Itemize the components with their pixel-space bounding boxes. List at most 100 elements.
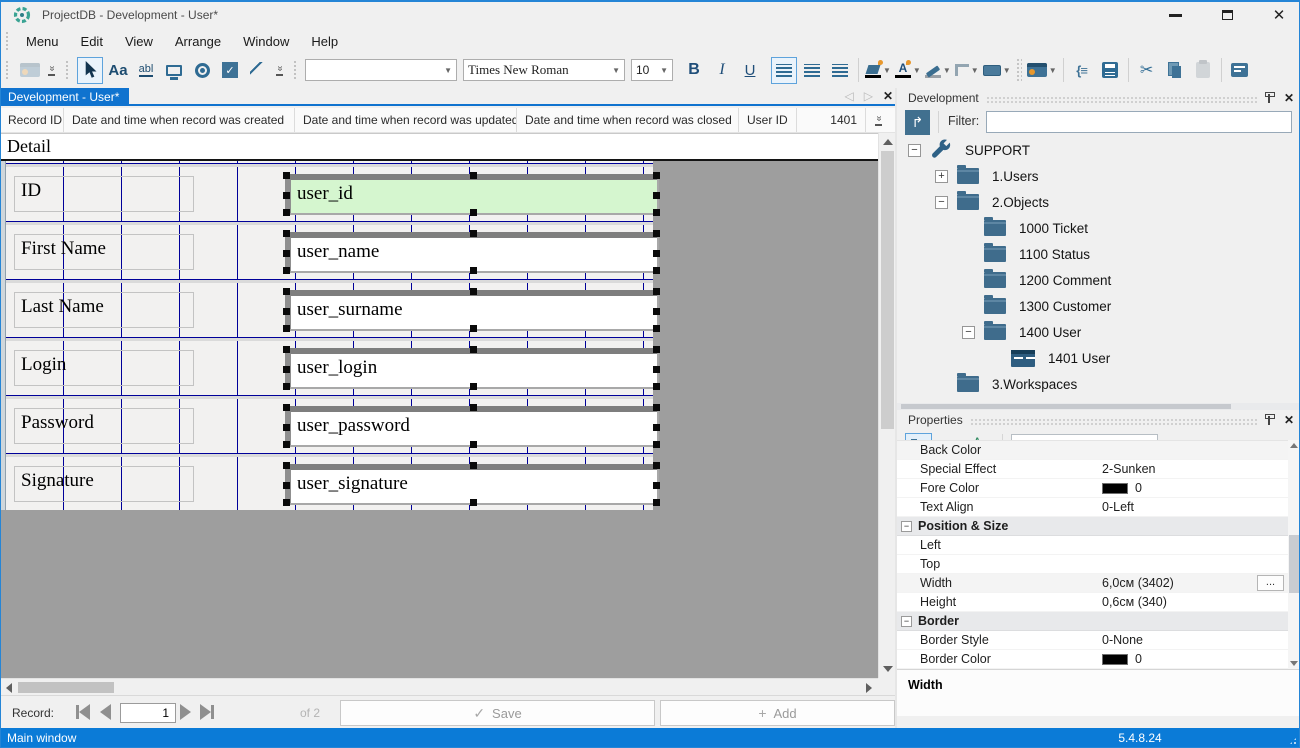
tree-expander-icon[interactable]: −	[935, 196, 948, 209]
tools-overflow-button[interactable]: «	[273, 57, 286, 83]
selection-handle[interactable]	[283, 346, 290, 353]
editor-vertical-scrollbar[interactable]	[878, 133, 895, 678]
field-label-box[interactable]: First Name	[14, 234, 194, 270]
first-record-button[interactable]	[76, 704, 90, 720]
property-value[interactable]: 0	[1102, 479, 1142, 498]
record-column-header[interactable]: Date and time when record was updated	[295, 108, 517, 132]
textbox-tool-button[interactable]: abl	[133, 57, 159, 84]
line-tool-button[interactable]	[245, 57, 271, 84]
selection-handle[interactable]	[470, 499, 477, 506]
selection-handle[interactable]	[470, 441, 477, 448]
selection-handle[interactable]	[283, 230, 290, 237]
previous-record-button[interactable]	[100, 704, 111, 720]
checkbox-tool-button[interactable]: ✓	[217, 57, 243, 84]
copy-button[interactable]	[1162, 57, 1188, 84]
form-design-surface[interactable]: IDuser_idFirst Nameuser_nameLast Nameuse…	[6, 161, 653, 510]
next-record-button[interactable]	[180, 704, 191, 720]
selection-handle[interactable]	[653, 383, 660, 390]
font-family-combo[interactable]: Times New Roman▼	[463, 59, 625, 81]
scroll-up-icon[interactable]	[1290, 443, 1298, 448]
property-row[interactable]: Special Effect2-Sunken	[897, 460, 1288, 479]
field-label-box[interactable]: Last Name	[14, 292, 194, 328]
property-row[interactable]: Top	[897, 555, 1288, 574]
toolbar-grip2[interactable]	[65, 60, 70, 80]
selection-handle[interactable]	[653, 424, 660, 431]
selection-handle[interactable]	[653, 308, 660, 315]
propgrid-scroll-thumb[interactable]	[1289, 535, 1299, 593]
italic-button[interactable]: I	[709, 57, 735, 84]
property-category-row[interactable]: −Border	[897, 612, 1288, 631]
property-row[interactable]: Left	[897, 536, 1288, 555]
selection-handle[interactable]	[283, 250, 290, 257]
property-row[interactable]: Width6,0см (3402)...	[897, 574, 1288, 593]
report-image-button[interactable]	[17, 57, 43, 84]
property-row[interactable]: Border Style0-None	[897, 631, 1288, 650]
filter-input[interactable]	[986, 111, 1292, 133]
fill-color-button[interactable]: ▼	[864, 57, 892, 84]
field-textbox[interactable]: user_surname	[285, 290, 659, 331]
field-textbox[interactable]: user_login	[285, 348, 659, 389]
selection-handle[interactable]	[653, 250, 660, 257]
open-object-button[interactable]: ↱	[905, 110, 930, 135]
tree-item[interactable]: 1100 Status	[897, 241, 1300, 267]
property-value[interactable]: 0	[1102, 650, 1142, 669]
selection-handle[interactable]	[283, 172, 290, 179]
selection-handle[interactable]	[653, 499, 660, 506]
add-record-button[interactable]: +Add	[660, 700, 895, 726]
selection-handle[interactable]	[653, 325, 660, 332]
menu-item-view[interactable]: View	[114, 32, 164, 51]
pin-icon[interactable]	[1264, 92, 1274, 104]
close-button[interactable]: ✕	[1268, 4, 1290, 26]
selection-handle[interactable]	[470, 172, 477, 179]
menu-item-arrange[interactable]: Arrange	[164, 32, 232, 51]
property-value[interactable]: 2-Sunken	[1102, 460, 1156, 479]
comment-button[interactable]	[1227, 57, 1253, 84]
selection-handle[interactable]	[283, 404, 290, 411]
selection-handle[interactable]	[653, 366, 660, 373]
form-designer-canvas[interactable]: IDuser_idFirst Nameuser_nameLast Nameuse…	[0, 161, 878, 678]
tree-item[interactable]: 1200 Comment	[897, 267, 1300, 293]
selection-handle[interactable]	[283, 209, 290, 216]
selection-handle[interactable]	[470, 346, 477, 353]
selection-handle[interactable]	[470, 383, 477, 390]
selection-handle[interactable]	[470, 325, 477, 332]
tree-expander-icon[interactable]: −	[962, 326, 975, 339]
maximize-button[interactable]	[1216, 4, 1238, 26]
tab-close-icon[interactable]: ✕	[883, 89, 893, 103]
minimize-button[interactable]	[1164, 4, 1186, 26]
selection-handle[interactable]	[470, 462, 477, 469]
record-column-header[interactable]: Record ID	[0, 108, 64, 132]
property-row[interactable]: Height0,6см (340)	[897, 593, 1288, 612]
tree-item[interactable]: −SUPPORT	[897, 137, 1300, 163]
selection-handle[interactable]	[653, 288, 660, 295]
toolbar-overflow-button[interactable]: «	[45, 57, 58, 83]
menu-item-help[interactable]: Help	[300, 32, 349, 51]
align-center-button[interactable]	[799, 57, 825, 84]
selection-handle[interactable]	[283, 499, 290, 506]
field-textbox[interactable]: user_id	[285, 174, 659, 215]
property-value[interactable]: 0-None	[1102, 631, 1143, 650]
field-textbox[interactable]: user_signature	[285, 464, 659, 505]
font-size-combo[interactable]: 10▼	[631, 59, 673, 81]
collapse-icon[interactable]: −	[901, 616, 912, 627]
line-color-button[interactable]: ▼	[924, 57, 952, 84]
tree-hscroll-thumb[interactable]	[901, 404, 1231, 409]
tab-scroll-left-icon[interactable]: ◁	[844, 89, 853, 103]
ellipsis-button[interactable]: ...	[1257, 575, 1284, 591]
bold-button[interactable]: B	[681, 57, 707, 84]
record-column-header[interactable]: Date and time when record was created	[64, 108, 295, 132]
selection-handle[interactable]	[283, 325, 290, 332]
selection-handle[interactable]	[653, 462, 660, 469]
selection-handle[interactable]	[283, 424, 290, 431]
menu-item-menu[interactable]: Menu	[15, 32, 70, 51]
tree-item[interactable]: 1300 Customer	[897, 293, 1300, 319]
field-label-box[interactable]: Login	[14, 350, 194, 386]
select-pointer-button[interactable]	[77, 57, 103, 84]
selection-handle[interactable]	[470, 267, 477, 274]
label-tool-button[interactable]: Aa	[105, 57, 131, 84]
property-row[interactable]: Text Align0-Left	[897, 498, 1288, 517]
tab-development-user[interactable]: Development - User*	[0, 88, 129, 106]
paste-button[interactable]	[1190, 57, 1216, 84]
menu-item-edit[interactable]: Edit	[70, 32, 114, 51]
field-textbox[interactable]: user_name	[285, 232, 659, 273]
